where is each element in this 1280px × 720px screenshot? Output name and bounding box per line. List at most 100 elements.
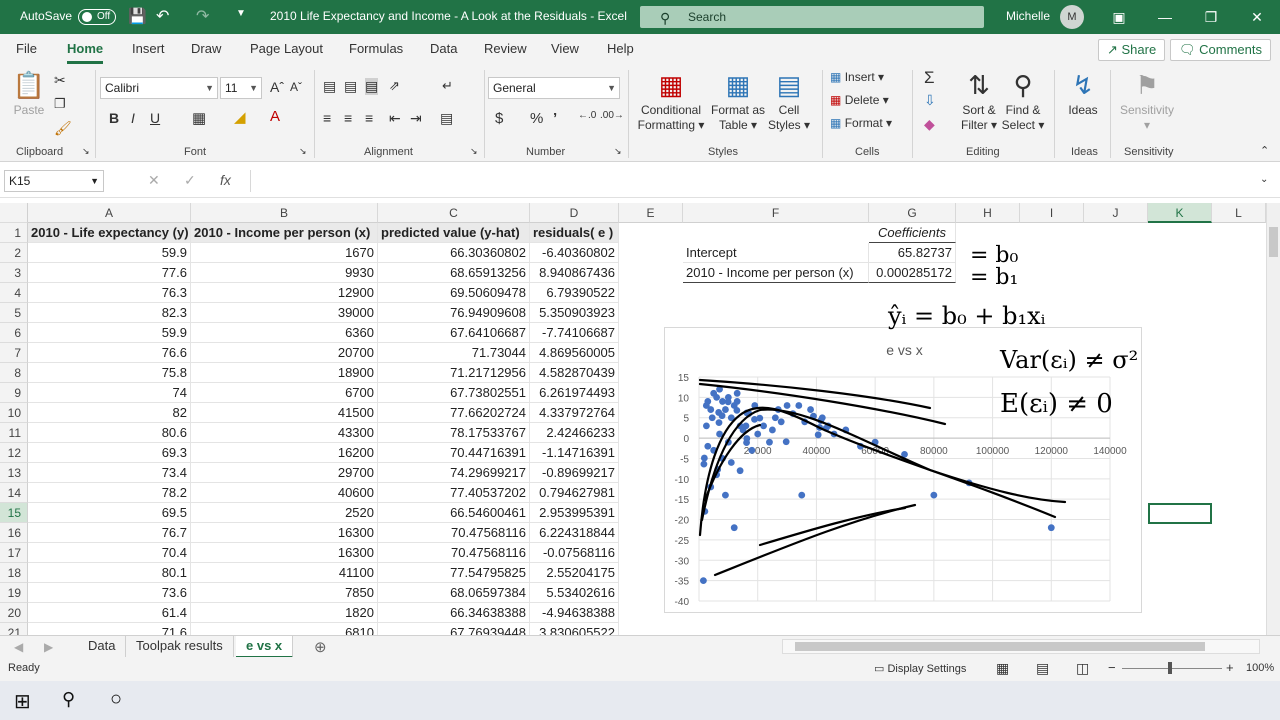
table-cell[interactable]: 4.582870439 (530, 363, 619, 383)
paste-button[interactable]: 📋 Paste (10, 70, 48, 118)
row-header-14[interactable]: 14 (0, 483, 28, 503)
table-cell[interactable]: -1.14716391 (530, 443, 619, 463)
row-header-5[interactable]: 5 (0, 303, 28, 323)
customize-toolbar-icon[interactable]: ▼ (236, 8, 246, 19)
next-sheet-icon[interactable]: ▶ (44, 640, 53, 654)
sheet-tab-e-vs-x[interactable]: e vs x (236, 636, 294, 658)
table-cell[interactable]: 29700 (191, 463, 378, 483)
table-cell[interactable]: 66.30360802 (378, 243, 530, 263)
table-cell[interactable]: 6360 (191, 323, 378, 343)
row-header-1[interactable]: 1 (0, 223, 28, 243)
cut-icon[interactable]: ✂ (54, 72, 66, 89)
column-header-g[interactable]: G (869, 203, 956, 223)
row-header-4[interactable]: 4 (0, 283, 28, 303)
collapse-ribbon-icon[interactable]: ⌃ (1260, 144, 1269, 157)
ideas-button[interactable]: ↯ Ideas (1062, 70, 1104, 118)
row-header-18[interactable]: 18 (0, 563, 28, 583)
display-settings-button[interactable]: ▭ Display Settings (874, 662, 966, 675)
tab-home[interactable]: Home (67, 41, 104, 64)
table-cell[interactable]: 6810 (191, 623, 378, 635)
normal-view-icon[interactable]: ▦ (996, 660, 1009, 677)
column-header-i[interactable]: I (1020, 203, 1084, 223)
table-cell[interactable]: -4.94638388 (530, 603, 619, 623)
taskbar-search-icon[interactable]: ⚲ (62, 689, 75, 710)
table-cell[interactable]: 41100 (191, 563, 378, 583)
row-header-11[interactable]: 11 (0, 423, 28, 443)
row-header-21[interactable]: 21 (0, 623, 28, 635)
table-cell[interactable]: 82.3 (28, 303, 191, 323)
table-cell[interactable]: 2.55204175 (530, 563, 619, 583)
align-bottom-icon[interactable]: ▤ (365, 78, 379, 95)
save-icon[interactable]: 💾 (128, 7, 147, 25)
table-cell[interactable]: 75.8 (28, 363, 191, 383)
tab-view[interactable]: View (551, 41, 579, 56)
column-header-l[interactable]: L (1212, 203, 1266, 223)
table-cell[interactable]: 66.54600461 (378, 503, 530, 523)
dialog-launcher-icon[interactable]: ↘ (299, 146, 307, 157)
comments-button[interactable]: 🗨 Comments (1170, 39, 1271, 61)
table-cell[interactable]: 16300 (191, 543, 378, 563)
table-cell[interactable]: 68.65913256 (378, 263, 530, 283)
table-cell[interactable]: -0.89699217 (530, 463, 619, 483)
cell-styles-button[interactable]: ▤ Cell Styles ▾ (766, 70, 812, 133)
format-as-table-button[interactable]: ▦ Format as Table ▾ (708, 70, 768, 133)
table-cell[interactable]: 4.869560005 (530, 343, 619, 363)
insert-cells-button[interactable]: ▦ Insert ▾ (830, 70, 884, 84)
table-cell[interactable]: 73.6 (28, 583, 191, 603)
table-cell[interactable]: 71.21712956 (378, 363, 530, 383)
table-cell[interactable]: 8.940867436 (530, 263, 619, 283)
copy-icon[interactable]: ❐ (54, 96, 66, 112)
sort-filter-button[interactable]: ⇅ Sort & Filter ▾ (956, 70, 1002, 133)
add-sheet-icon[interactable]: ⊕ (314, 638, 327, 656)
align-right-icon[interactable]: ≡ (365, 110, 373, 126)
minimize-icon[interactable]: — (1150, 6, 1180, 28)
cortana-icon[interactable]: ○ (110, 688, 122, 711)
table-cell[interactable]: -6.40360802 (530, 243, 619, 263)
dialog-launcher-icon[interactable]: ↘ (614, 146, 622, 157)
autosave-toggle[interactable]: Off (78, 9, 116, 25)
table-cell[interactable]: 77.6 (28, 263, 191, 283)
font-name-select[interactable]: Calibri ▼ (100, 77, 218, 99)
underline-icon[interactable]: U (150, 110, 160, 126)
row-header-7[interactable]: 7 (0, 343, 28, 363)
scroll-thumb[interactable] (1269, 227, 1278, 257)
tab-formulas[interactable]: Formulas (349, 41, 403, 56)
table-cell[interactable]: 6.261974493 (530, 383, 619, 403)
table-header-cell[interactable]: 2010 - Life expectancy (y) (28, 223, 191, 243)
row-header-20[interactable]: 20 (0, 603, 28, 623)
zoom-out-icon[interactable]: − (1108, 660, 1116, 675)
table-cell[interactable]: 76.3 (28, 283, 191, 303)
find-select-button[interactable]: ⚲ Find & Select ▾ (1000, 70, 1046, 133)
table-cell[interactable]: 69.50609478 (378, 283, 530, 303)
table-cell[interactable]: 80.1 (28, 563, 191, 583)
prev-sheet-icon[interactable]: ◀ (14, 640, 23, 654)
column-header-j[interactable]: J (1084, 203, 1148, 223)
row-header-9[interactable]: 9 (0, 383, 28, 403)
table-header-cell[interactable]: 2010 - Income per person (x) (191, 223, 378, 243)
table-cell[interactable]: 78.2 (28, 483, 191, 503)
autosum-icon[interactable]: Σ (924, 68, 935, 88)
ribbon-display-icon[interactable]: ▣ (1104, 6, 1134, 28)
row-header-2[interactable]: 2 (0, 243, 28, 263)
row-header-19[interactable]: 19 (0, 583, 28, 603)
tab-page-layout[interactable]: Page Layout (250, 41, 323, 56)
dialog-launcher-icon[interactable]: ↘ (82, 146, 90, 157)
share-button[interactable]: ↗ Share (1098, 39, 1166, 61)
tab-data[interactable]: Data (430, 41, 457, 56)
table-cell[interactable]: 69.5 (28, 503, 191, 523)
tab-help[interactable]: Help (607, 41, 634, 56)
table-cell[interactable]: 74.29699217 (378, 463, 530, 483)
font-size-select[interactable]: 11 ▼ (220, 77, 262, 99)
merge-center-icon[interactable]: ▤ (440, 110, 453, 127)
table-cell[interactable]: 77.66202724 (378, 403, 530, 423)
decrease-font-icon[interactable]: Aˇ (290, 80, 302, 94)
page-layout-view-icon[interactable]: ▤ (1036, 660, 1049, 677)
table-header-cell[interactable]: predicted value (y-hat) (378, 223, 530, 243)
cancel-icon[interactable]: ✕ (148, 172, 160, 189)
formula-input[interactable] (250, 170, 1260, 192)
decrease-indent-icon[interactable]: ⇤ (389, 110, 401, 127)
table-cell[interactable]: 70.47568116 (378, 543, 530, 563)
table-cell[interactable]: 74 (28, 383, 191, 403)
fill-color-icon[interactable]: ◢ (234, 108, 246, 126)
avatar[interactable]: M (1060, 5, 1084, 29)
